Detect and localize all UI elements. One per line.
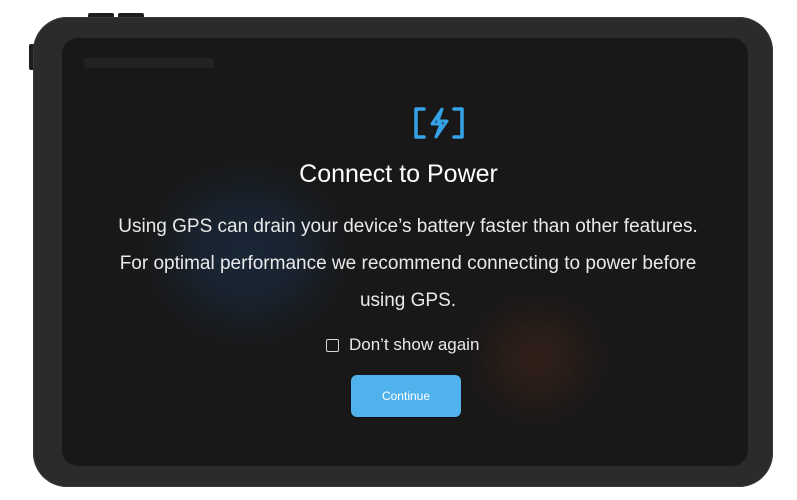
dialog-message-line-1: Using GPS can drain your device’s batter…: [118, 216, 698, 237]
charging-bolt-icon: [414, 107, 464, 139]
dont-show-again-checkbox[interactable]: [326, 338, 339, 352]
dialog-message: Using GPS can drain your device’s batter…: [70, 208, 746, 319]
connect-to-power-dialog: Connect to Power Using GPS can drain you…: [0, 0, 797, 500]
dont-show-again-option[interactable]: Don’t show again: [326, 334, 479, 356]
dont-show-again-label: Don’t show again: [349, 335, 480, 354]
dialog-title: Connect to Power: [299, 160, 498, 188]
dialog-message-line-3: using GPS.: [359, 290, 457, 311]
dialog-message-line-2: For optimal performance we recommend con…: [119, 253, 697, 274]
continue-button[interactable]: Continue: [351, 375, 461, 417]
